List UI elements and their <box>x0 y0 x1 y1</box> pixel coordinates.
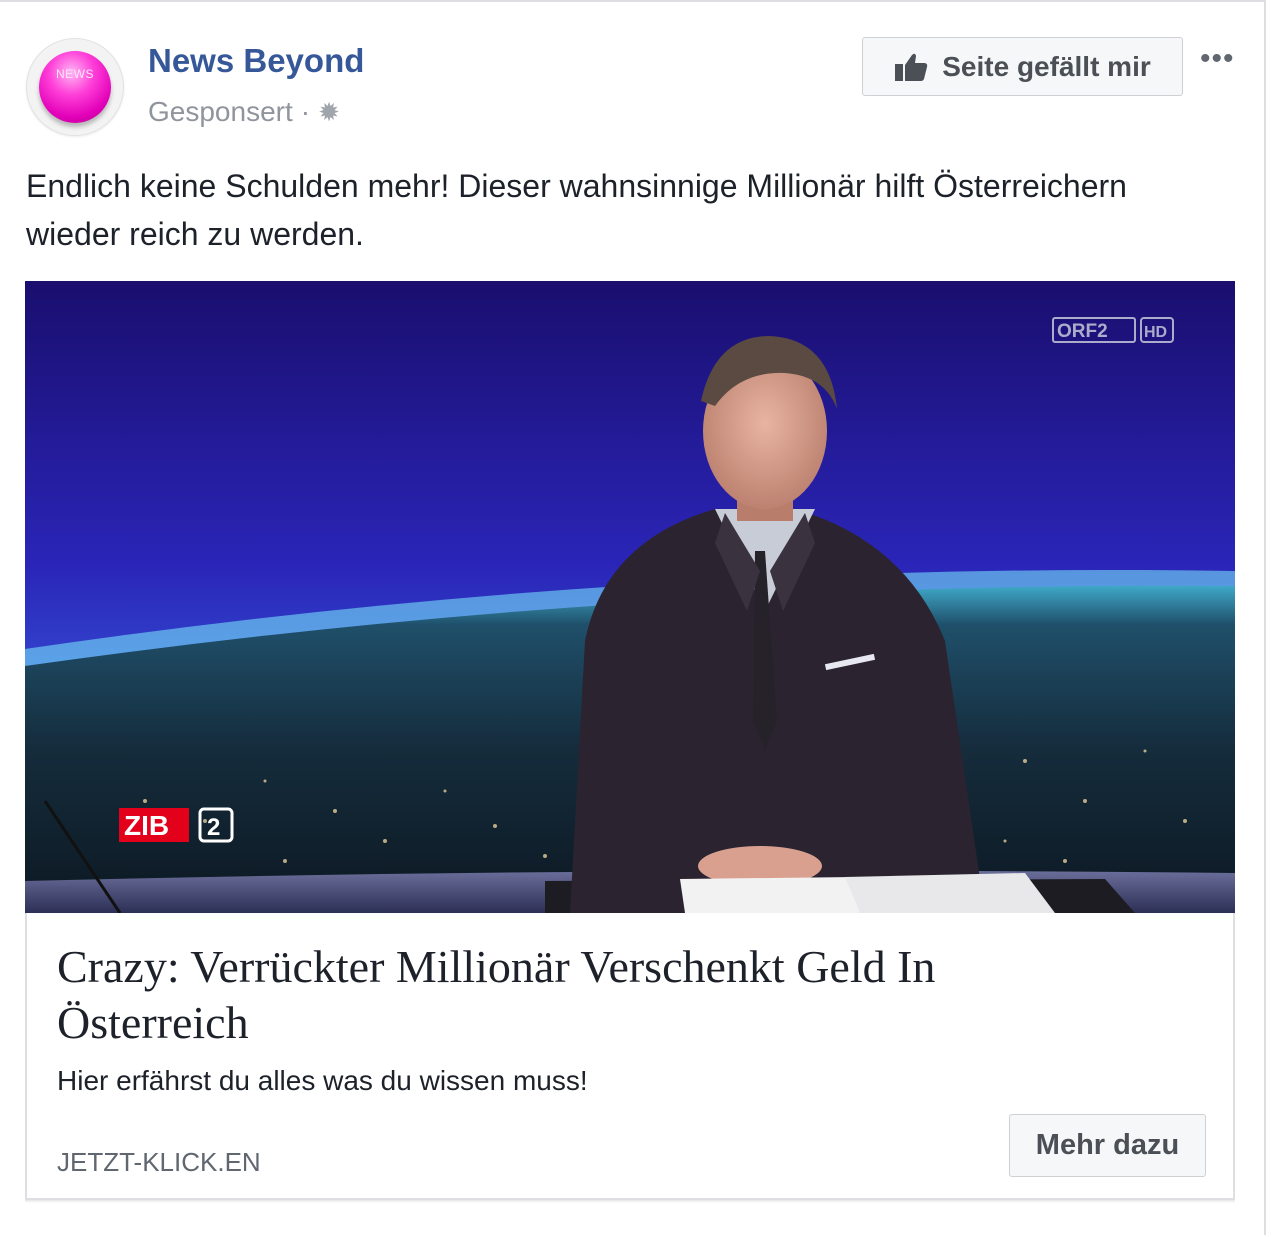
page-name-link[interactable]: News Beyond <box>148 42 364 80</box>
card-shadow <box>25 1200 1235 1203</box>
learn-more-label: Mehr dazu <box>1035 1129 1180 1161</box>
news-orb-logo: NEWS <box>39 51 111 123</box>
link-preview-card[interactable]: Crazy: Verrückter Millionär Verschenkt G… <box>25 913 1235 1200</box>
like-page-button[interactable]: Seite gefällt mir <box>862 37 1183 96</box>
more-horizontal-icon[interactable]: ••• <box>1200 42 1235 76</box>
post-message: Endlich keine Schulden mehr! Dieser wahn… <box>26 168 1127 252</box>
gear-icon[interactable]: ✹ <box>318 97 340 128</box>
post-image[interactable]: ORF2 HD ZIB 2 <box>25 281 1235 913</box>
svg-text:ORF2: ORF2 <box>1057 321 1108 342</box>
meta-separator: · <box>300 96 311 127</box>
page-avatar[interactable]: NEWS <box>26 38 124 136</box>
svg-text:HD: HD <box>1144 324 1167 341</box>
link-title[interactable]: Crazy: Verrückter Millionär Verschenkt G… <box>57 939 1057 1051</box>
learn-more-button[interactable]: Mehr dazu <box>1009 1114 1206 1177</box>
zib2-logo: ZIB 2 <box>119 807 234 843</box>
post-meta: Gesponsert · ✹ <box>148 96 340 128</box>
link-domain: JETZT-KLICK.EN <box>57 1147 261 1177</box>
news-studio-image: ORF2 HD ZIB 2 <box>25 281 1235 913</box>
like-page-label: Seite gefällt mir <box>942 50 1151 82</box>
avatar-logo-text: NEWS <box>56 67 94 81</box>
sponsored-label[interactable]: Gesponsert <box>148 96 293 128</box>
thumbs-up-icon <box>895 53 928 81</box>
link-description: Hier erfährst du alles was du wissen mus… <box>57 1065 588 1096</box>
svg-text:2: 2 <box>207 814 220 841</box>
svg-text:ZIB: ZIB <box>124 810 169 841</box>
